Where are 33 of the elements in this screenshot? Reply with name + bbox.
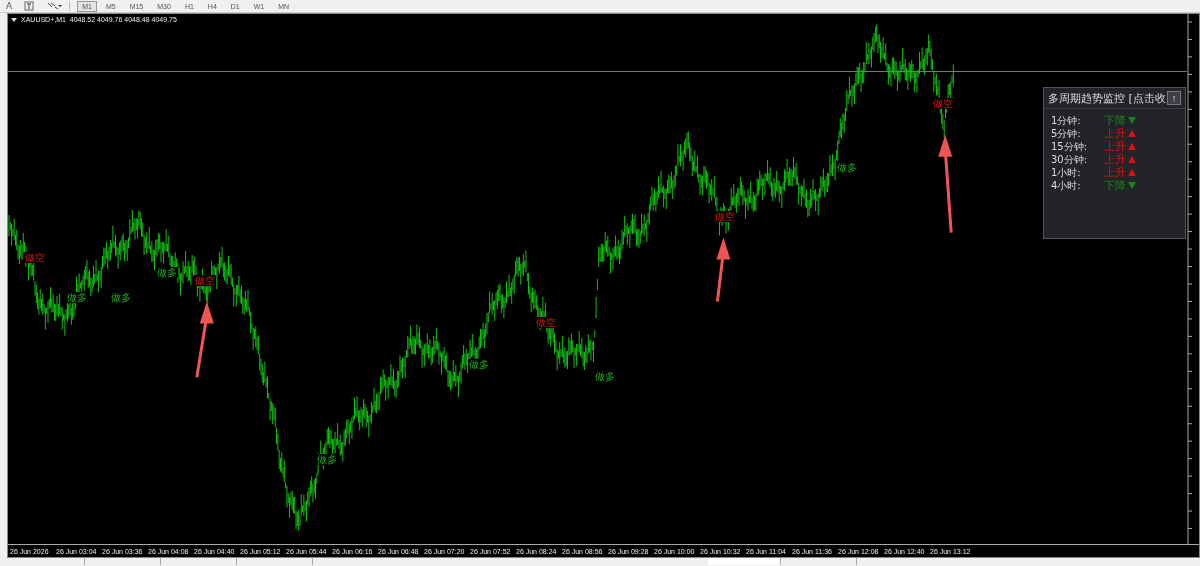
signal-label: 做多 xyxy=(468,359,490,370)
timeframe-label: 1分钟: xyxy=(1051,113,1082,128)
signal-label: 做空 xyxy=(535,317,557,328)
text-label-icon[interactable] xyxy=(24,1,35,11)
collapse-button[interactable]: ↑ xyxy=(1167,91,1181,105)
signal-label: 做空 xyxy=(194,275,216,286)
timeframe-label: 30分钟: xyxy=(1051,152,1089,167)
trend-text: 上升 xyxy=(1104,139,1126,154)
timeframe-label: 5分钟: xyxy=(1051,126,1082,141)
trend-text: 上升 xyxy=(1104,152,1126,167)
annotation-arrow xyxy=(715,237,731,302)
down-triangle-icon xyxy=(1128,117,1136,124)
signal-label: 做多 xyxy=(156,267,178,278)
signal-label: 做空 xyxy=(932,98,954,109)
signal-label: 做多 xyxy=(66,292,88,303)
timeframe-label: 1小时: xyxy=(1051,165,1082,180)
signal-label: 做多 xyxy=(594,371,616,382)
signal-label: 做空 xyxy=(714,211,736,222)
timeframe-label: 15分钟: xyxy=(1051,139,1089,154)
trend-text: 上升 xyxy=(1104,165,1126,180)
trend-text: 下降 xyxy=(1104,113,1126,128)
signal-label: 做多 xyxy=(110,292,132,303)
trend-text: 上升 xyxy=(1104,126,1126,141)
text-tool[interactable]: A xyxy=(6,1,13,11)
signal-label: 做空 xyxy=(24,252,46,263)
panel-title: 多周期趋势监控 [点击收 xyxy=(1048,90,1166,106)
signal-label: 做多 xyxy=(316,454,338,465)
signal-label: 做多 xyxy=(836,162,858,173)
down-triangle-icon xyxy=(1128,182,1136,189)
timeframe-label: 4小时: xyxy=(1051,178,1082,193)
chart-tab[interactable] xyxy=(708,558,781,565)
trend-text: 下降 xyxy=(1104,178,1126,193)
dropdown-icon[interactable] xyxy=(11,17,17,22)
